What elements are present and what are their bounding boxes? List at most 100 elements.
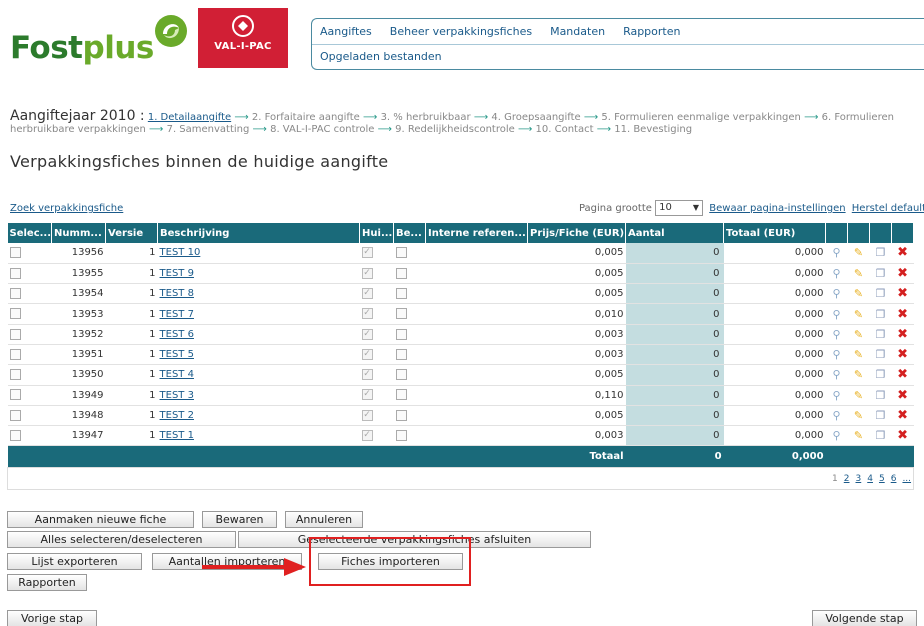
delete-icon[interactable]: ✖ <box>896 388 910 403</box>
cancel-button[interactable]: Annuleren <box>285 511 363 528</box>
delete-icon[interactable]: ✖ <box>896 428 910 443</box>
copy-icon[interactable]: ❐ <box>874 246 888 259</box>
pager-page-link[interactable]: ... <box>902 474 911 484</box>
nav-opgeladen-bestanden[interactable]: Opgeladen bestanden <box>320 50 442 63</box>
delete-icon[interactable]: ✖ <box>896 266 910 281</box>
select-all-button[interactable]: Alles selecteren/deselecteren <box>7 531 236 548</box>
view-icon[interactable]: ⚲ <box>830 429 844 442</box>
fiche-link[interactable]: TEST 2 <box>160 410 194 421</box>
edit-icon[interactable]: ✎ <box>852 328 866 341</box>
col-header[interactable]: Versie <box>105 223 159 243</box>
view-icon[interactable]: ⚲ <box>830 328 844 341</box>
nav-aangiftes[interactable]: Aangiftes <box>320 25 372 38</box>
be-checkbox[interactable] <box>395 348 407 360</box>
nav-mandaten[interactable]: Mandaten <box>550 25 605 38</box>
aantal-cell[interactable]: 0 <box>625 243 724 264</box>
new-fiche-button[interactable]: Aanmaken nieuwe fiche <box>7 511 194 528</box>
fiche-link[interactable]: TEST 10 <box>160 247 201 258</box>
page-size-select[interactable]: 10 ▼ <box>655 200 704 216</box>
be-checkbox[interactable] <box>395 409 407 421</box>
save-button[interactable]: Bewaren <box>202 511 277 528</box>
row-select-checkbox[interactable] <box>9 287 21 299</box>
be-checkbox[interactable] <box>395 369 407 381</box>
fiche-link[interactable]: TEST 6 <box>160 329 194 340</box>
reports-button[interactable]: Rapporten <box>7 574 87 591</box>
be-checkbox[interactable] <box>395 430 407 442</box>
pager-page-link[interactable]: 4 <box>867 474 873 484</box>
aantal-cell[interactable]: 0 <box>625 364 724 386</box>
aantal-cell[interactable]: 0 <box>625 344 724 366</box>
be-checkbox[interactable] <box>395 308 407 320</box>
copy-icon[interactable]: ❐ <box>874 308 888 321</box>
col-header[interactable]: Selec... <box>7 223 53 243</box>
row-select-checkbox[interactable] <box>9 348 21 360</box>
pager-page-link[interactable]: 3 <box>856 474 862 484</box>
pager-page-link[interactable]: 2 <box>844 474 850 484</box>
edit-icon[interactable]: ✎ <box>852 308 866 321</box>
row-select-checkbox[interactable] <box>9 247 21 259</box>
be-checkbox[interactable] <box>395 267 407 279</box>
aantal-cell[interactable]: 0 <box>625 385 724 406</box>
col-header[interactable]: Hui... <box>359 223 395 243</box>
view-icon[interactable]: ⚲ <box>830 308 844 321</box>
pager-page-link[interactable]: 5 <box>879 474 885 484</box>
pager-page-link[interactable]: 6 <box>891 474 897 484</box>
delete-icon[interactable]: ✖ <box>896 367 910 382</box>
col-header[interactable]: Totaal (EUR) <box>723 223 827 243</box>
row-select-checkbox[interactable] <box>9 369 21 381</box>
save-page-settings-link[interactable]: Bewaar pagina-instellingen <box>709 203 845 214</box>
nav-rapporten[interactable]: Rapporten <box>623 25 680 38</box>
edit-icon[interactable]: ✎ <box>852 348 866 361</box>
next-step-button[interactable]: Volgende stap <box>812 610 917 626</box>
fiche-link[interactable]: TEST 9 <box>160 268 194 279</box>
delete-icon[interactable]: ✖ <box>896 286 910 301</box>
aantal-cell[interactable]: 0 <box>625 405 724 427</box>
col-header[interactable]: Numm... <box>51 223 107 243</box>
row-select-checkbox[interactable] <box>9 409 21 421</box>
copy-icon[interactable]: ❐ <box>874 409 888 422</box>
aantal-cell[interactable]: 0 <box>625 324 724 345</box>
be-checkbox[interactable] <box>395 328 407 340</box>
edit-icon[interactable]: ✎ <box>852 287 866 300</box>
row-select-checkbox[interactable] <box>9 328 21 340</box>
row-select-checkbox[interactable] <box>9 389 21 401</box>
view-icon[interactable]: ⚲ <box>830 267 844 280</box>
copy-icon[interactable]: ❐ <box>874 287 888 300</box>
col-header[interactable]: Aantal <box>625 223 725 243</box>
copy-icon[interactable]: ❐ <box>874 348 888 361</box>
copy-icon[interactable]: ❐ <box>874 429 888 442</box>
view-icon[interactable]: ⚲ <box>830 348 844 361</box>
fiche-link[interactable]: TEST 1 <box>160 430 194 441</box>
edit-icon[interactable]: ✎ <box>852 389 866 402</box>
edit-icon[interactable]: ✎ <box>852 409 866 422</box>
aantal-cell[interactable]: 0 <box>625 425 724 447</box>
delete-icon[interactable]: ✖ <box>896 408 910 423</box>
fiche-link[interactable]: TEST 5 <box>160 349 194 360</box>
view-icon[interactable]: ⚲ <box>830 409 844 422</box>
reset-default-link[interactable]: Herstel default <box>852 203 924 214</box>
copy-icon[interactable]: ❐ <box>874 389 888 402</box>
col-header[interactable]: Be... <box>393 223 427 243</box>
be-checkbox[interactable] <box>395 287 407 299</box>
export-list-button[interactable]: Lijst exporteren <box>7 553 142 570</box>
col-header[interactable]: Interne referen... <box>425 223 529 243</box>
view-icon[interactable]: ⚲ <box>830 389 844 402</box>
edit-icon[interactable]: ✎ <box>852 246 866 259</box>
delete-icon[interactable]: ✖ <box>896 245 910 260</box>
edit-icon[interactable]: ✎ <box>852 368 866 381</box>
nav-beheer-verpakkingsfiches[interactable]: Beheer verpakkingsfiches <box>390 25 532 38</box>
row-select-checkbox[interactable] <box>9 308 21 320</box>
aantal-cell[interactable]: 0 <box>625 263 724 285</box>
search-fiche-link[interactable]: Zoek verpakkingsfiche <box>10 203 123 214</box>
be-checkbox[interactable] <box>395 247 407 259</box>
copy-icon[interactable]: ❐ <box>874 328 888 341</box>
delete-icon[interactable]: ✖ <box>896 347 910 362</box>
delete-icon[interactable]: ✖ <box>896 307 910 322</box>
col-header[interactable]: Beschrijving <box>157 223 361 243</box>
aantal-cell[interactable]: 0 <box>625 303 724 325</box>
view-icon[interactable]: ⚲ <box>830 246 844 259</box>
copy-icon[interactable]: ❐ <box>874 368 888 381</box>
view-icon[interactable]: ⚲ <box>830 368 844 381</box>
edit-icon[interactable]: ✎ <box>852 429 866 442</box>
view-icon[interactable]: ⚲ <box>830 287 844 300</box>
